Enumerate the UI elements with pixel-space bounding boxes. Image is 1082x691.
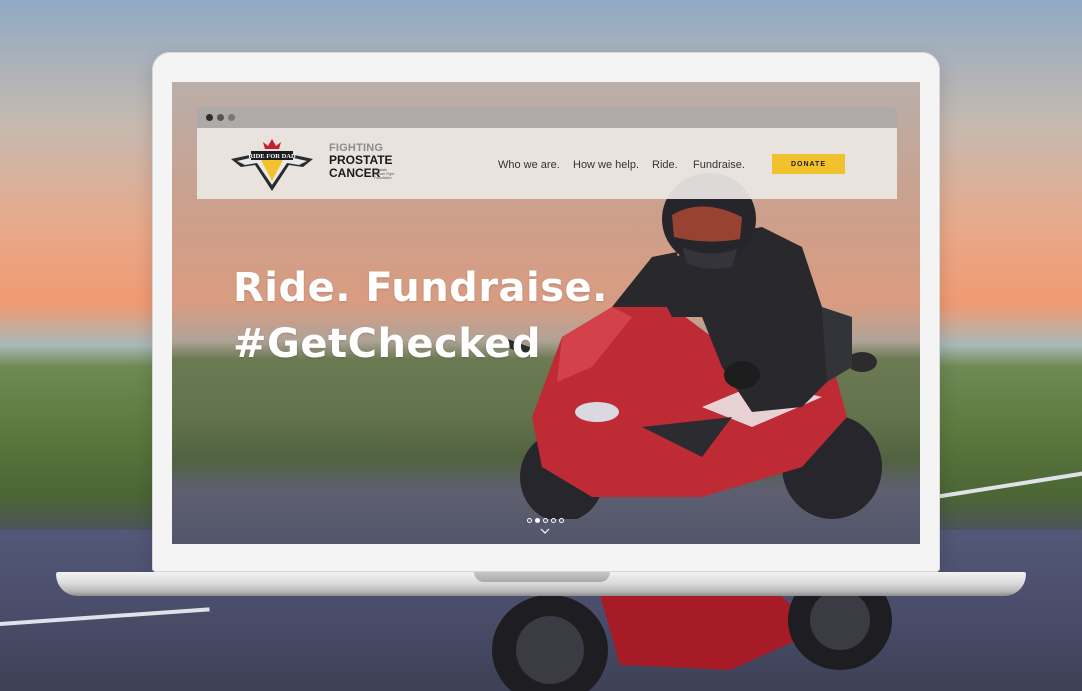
window-maximize-dot[interactable] xyxy=(228,114,235,121)
site-header: RIDE FOR DAD FIGHTING PROSTATE CANCER Pr… xyxy=(197,128,897,199)
carousel-dots xyxy=(527,517,571,525)
hero-title-line2: #GetChecked xyxy=(233,321,542,367)
chevron-down-icon[interactable] xyxy=(540,527,550,535)
carousel-dot-3[interactable] xyxy=(543,518,548,523)
background-motorcycle-wheels xyxy=(492,590,892,691)
carousel-dot-5[interactable] xyxy=(559,518,564,523)
ride-for-dad-logo[interactable]: RIDE FOR DAD xyxy=(229,137,315,193)
ride-for-dad-logo-text: RIDE FOR DAD xyxy=(248,153,296,160)
fighting-prostate-cancer-logo[interactable]: FIGHTING PROSTATE CANCER Prostate Cancer… xyxy=(329,142,399,192)
window-close-dot[interactable] xyxy=(206,114,213,121)
browser-toolbar xyxy=(197,107,897,128)
nav-ride[interactable]: Ride. xyxy=(652,159,678,171)
nav-how-we-help[interactable]: How we help. xyxy=(573,159,639,171)
road-line-right xyxy=(934,471,1082,499)
carousel-dot-4[interactable] xyxy=(551,518,556,523)
hero-title-line1: Ride. Fundraise. xyxy=(233,265,608,311)
carousel-dot-2[interactable] xyxy=(535,518,540,523)
fpc-logo-line3: CANCER xyxy=(329,166,381,180)
fpc-logo-small: Prostate Cancer Fight Foundation xyxy=(374,168,395,180)
donate-button[interactable]: DONATE xyxy=(772,154,845,174)
nav-who-we-are[interactable]: Who we are. xyxy=(498,159,560,171)
laptop-notch xyxy=(474,572,610,582)
browser-window: RIDE FOR DAD FIGHTING PROSTATE CANCER Pr… xyxy=(197,107,897,544)
nav-fundraise[interactable]: Fundraise. xyxy=(693,159,745,171)
carousel-dot-1[interactable] xyxy=(527,518,532,523)
laptop-screen: RIDE FOR DAD FIGHTING PROSTATE CANCER Pr… xyxy=(172,82,920,544)
window-minimize-dot[interactable] xyxy=(217,114,224,121)
